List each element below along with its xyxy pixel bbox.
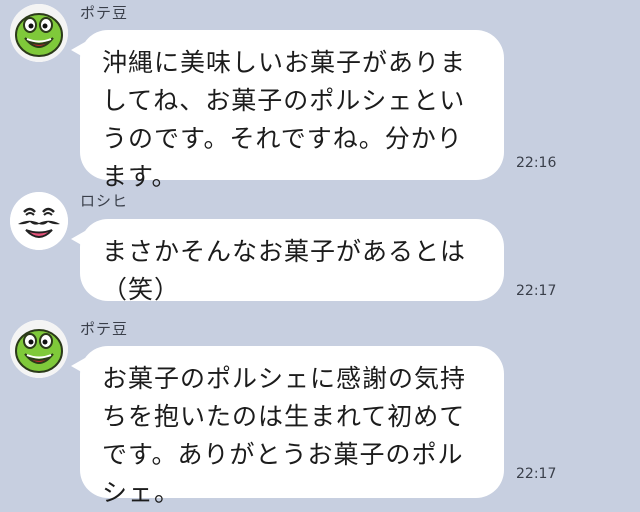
message-time: 22:17 xyxy=(516,466,557,482)
message-bubble[interactable]: お菓子のポルシェに感謝の気持 ちを抱いたのは生まれて初めて です。ありがとうお菓… xyxy=(71,346,504,507)
chat-area: ポテ豆 沖縄に美味しいお菓子がありま してね、お菓子のポルシェとい うのです。そ… xyxy=(0,0,640,507)
mustached-face-icon xyxy=(10,192,68,250)
green-frog-character-icon xyxy=(10,4,68,62)
sender-avatar[interactable] xyxy=(10,192,68,250)
message-bubble[interactable]: まさかそんなお菓子があるとは （笑） xyxy=(71,219,504,304)
sender-name: ロシヒ xyxy=(80,192,129,210)
message-time: 22:17 xyxy=(516,283,557,299)
message-bubble[interactable]: 沖縄に美味しいお菓子がありま してね、お菓子のポルシェとい うのです。それですね… xyxy=(71,30,504,191)
sender-name: ポテ豆 xyxy=(80,4,129,22)
sender-name: ポテ豆 xyxy=(80,320,129,338)
message-time: 22:16 xyxy=(516,155,557,171)
sender-avatar[interactable] xyxy=(10,4,68,62)
green-frog-character-icon xyxy=(10,320,68,378)
sender-avatar[interactable] xyxy=(10,320,68,378)
